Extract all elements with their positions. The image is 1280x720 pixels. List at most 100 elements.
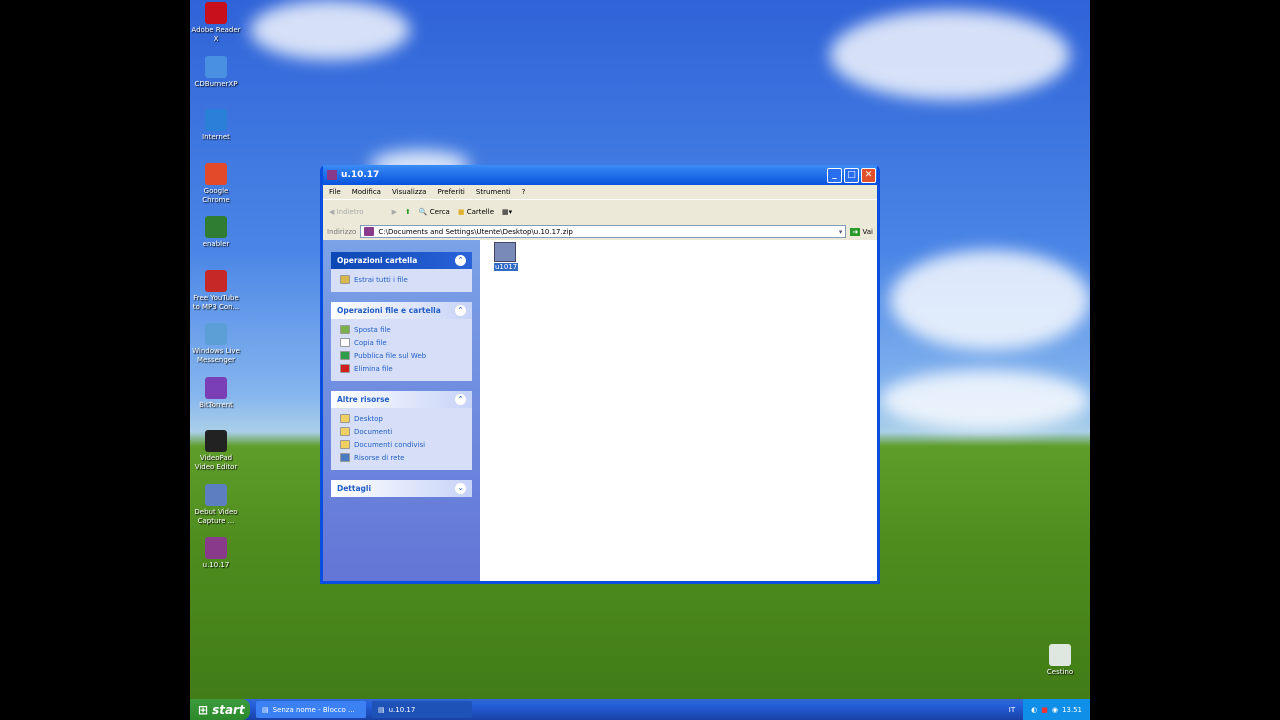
panel-header[interactable]: Operazioni file e cartella ⌃ bbox=[331, 302, 472, 319]
task-panel: Dettagli ⌄ bbox=[331, 480, 472, 497]
taskbar-item-explorer[interactable]: ▤ u.10.17 bbox=[372, 701, 472, 718]
up-folder-button[interactable]: ⬆ bbox=[405, 208, 411, 216]
zip-folder-icon bbox=[327, 170, 337, 180]
zip-icon: ▤ bbox=[378, 705, 385, 714]
address-input[interactable]: C:\Documents and Settings\Utente\Desktop… bbox=[360, 225, 847, 238]
clock[interactable]: 13.51 bbox=[1062, 706, 1082, 714]
start-button[interactable]: ⊞ start bbox=[190, 699, 250, 720]
file-list: u1017 bbox=[480, 240, 877, 581]
task-link[interactable]: Sposta file bbox=[331, 323, 472, 336]
menu-item[interactable]: File bbox=[329, 188, 341, 196]
desktop-icon[interactable]: Free YouTube to MP3 Con... bbox=[190, 269, 242, 312]
task-link[interactable]: Copia file bbox=[331, 336, 472, 349]
menu-item[interactable]: Strumenti bbox=[476, 188, 511, 196]
folder-icon: ■ bbox=[457, 207, 465, 216]
desktop-icon[interactable]: CDBurnerXP bbox=[190, 55, 242, 89]
task-link[interactable]: Pubblica file sul Web bbox=[331, 349, 472, 362]
desktop-icon[interactable]: BitTorrent bbox=[190, 376, 242, 410]
address-dropdown[interactable]: ▾ bbox=[836, 228, 846, 236]
language-indicator[interactable]: IT bbox=[1009, 706, 1015, 714]
desktop: Adobe Reader X CDBurnerXP Internet Google C… bbox=[190, 0, 1090, 720]
menu-item[interactable]: ? bbox=[522, 188, 526, 196]
explorer-window: u.10.17 _ □ ✕ File Modifica Visualizza Pref… bbox=[320, 165, 880, 584]
desktop-icon[interactable]: Internet bbox=[190, 109, 242, 142]
menu-item[interactable]: Visualizza bbox=[392, 188, 426, 196]
task-link[interactable]: Estrai tutti i file bbox=[331, 273, 472, 286]
task-panel: Altre risorse ⌃ Desktop Documenti Documenti … bbox=[331, 391, 472, 470]
zip-icon bbox=[364, 227, 375, 236]
app-icon bbox=[205, 109, 227, 131]
app-icon bbox=[205, 2, 227, 24]
task-icon bbox=[340, 427, 350, 436]
app-icon bbox=[205, 216, 227, 238]
tray-icon[interactable]: ◐ bbox=[1031, 706, 1037, 714]
go-button[interactable]: ➜ Vai bbox=[850, 227, 873, 236]
toolbar: ◀ Indietro ▶ ⬆ 🔍 Cerca ■ Cartelle ▦▾ bbox=[323, 199, 877, 223]
task-icon bbox=[340, 338, 350, 347]
task-icon bbox=[340, 351, 350, 360]
app-icon bbox=[205, 483, 227, 506]
desktop-icon[interactable]: u.10.17 bbox=[190, 537, 242, 570]
task-icon bbox=[340, 364, 350, 373]
close-button[interactable]: ✕ bbox=[861, 167, 876, 183]
expand-icon: ⌄ bbox=[455, 483, 466, 494]
app-icon bbox=[205, 162, 227, 185]
app-icon bbox=[205, 269, 227, 292]
menu-bar: File Modifica Visualizza Preferiti Strumenti… bbox=[323, 185, 877, 199]
task-panel: Operazioni file e cartella ⌃ Sposta file Co… bbox=[331, 302, 472, 381]
maximize-button[interactable]: □ bbox=[844, 167, 859, 183]
desktop-icon[interactable]: Windows Live Messenger bbox=[190, 323, 242, 365]
desktop-icon-recycle-bin[interactable]: Cestino bbox=[1034, 644, 1086, 677]
task-icon bbox=[340, 453, 350, 462]
desktop-icon[interactable]: Debut Video Capture ... bbox=[190, 483, 242, 526]
back-button[interactable]: ◀ Indietro bbox=[329, 208, 364, 216]
task-link[interactable]: Desktop bbox=[331, 412, 472, 425]
tray-icon[interactable]: ■ bbox=[1041, 706, 1048, 714]
recycle-bin-icon bbox=[1049, 644, 1071, 666]
task-pane: Operazioni cartella ⌃ Estrai tutti i file O… bbox=[323, 240, 480, 581]
app-icon bbox=[205, 376, 227, 399]
task-link[interactable]: Documenti condivisi bbox=[331, 438, 472, 451]
address-bar: Indirizzo C:\Documents and Settings\Uten… bbox=[323, 223, 877, 240]
app-icon bbox=[205, 323, 227, 345]
desktop-icon[interactable]: Adobe Reader X bbox=[190, 2, 242, 44]
taskbar: ⊞ start ▤ Senza nome - Blocco ... ▤ u.10.17… bbox=[190, 699, 1090, 720]
windows-logo-icon: ⊞ bbox=[198, 702, 209, 717]
search-button[interactable]: 🔍 Cerca bbox=[419, 208, 450, 216]
address-label: Indirizzo bbox=[327, 227, 357, 236]
app-icon bbox=[205, 55, 227, 78]
task-link[interactable]: Documenti bbox=[331, 425, 472, 438]
file-item[interactable]: u1017 bbox=[494, 242, 519, 271]
tray-icon[interactable]: ◉ bbox=[1052, 706, 1058, 714]
views-button[interactable]: ▦▾ bbox=[502, 208, 512, 216]
panel-header[interactable]: Altre risorse ⌃ bbox=[331, 391, 472, 408]
search-icon: 🔍 bbox=[418, 207, 428, 216]
menu-item[interactable]: Modifica bbox=[352, 188, 381, 196]
notepad-icon: ▤ bbox=[262, 705, 269, 714]
folders-button[interactable]: ■ Cartelle bbox=[458, 208, 494, 216]
desktop-icon[interactable]: enabler bbox=[190, 216, 242, 249]
desktop-icon[interactable]: VideoPad Video Editor bbox=[190, 430, 242, 472]
task-icon bbox=[340, 325, 350, 334]
collapse-icon: ⌃ bbox=[455, 255, 466, 266]
panel-header[interactable]: Operazioni cartella ⌃ bbox=[331, 252, 472, 269]
forward-button[interactable]: ▶ bbox=[392, 208, 397, 216]
system-tray: ◐ ■ ◉ 13.51 bbox=[1023, 699, 1090, 720]
go-arrow-icon: ➜ bbox=[850, 227, 861, 236]
window-title: u.10.17 bbox=[341, 170, 380, 180]
collapse-icon: ⌃ bbox=[455, 305, 466, 316]
task-link[interactable]: Risorse di rete bbox=[331, 451, 472, 464]
task-link[interactable]: Elimina file bbox=[331, 362, 472, 375]
task-icon bbox=[340, 275, 350, 284]
desktop-icon[interactable]: Google Chrome bbox=[190, 162, 242, 205]
task-icon bbox=[340, 414, 350, 423]
file-icon bbox=[494, 242, 516, 262]
menu-item[interactable]: Preferiti bbox=[437, 188, 464, 196]
minimize-button[interactable]: _ bbox=[827, 167, 842, 183]
collapse-icon: ⌃ bbox=[455, 394, 466, 405]
app-icon bbox=[205, 430, 227, 452]
taskbar-item-notepad[interactable]: ▤ Senza nome - Blocco ... bbox=[256, 701, 366, 718]
title-bar[interactable]: u.10.17 _ □ ✕ bbox=[323, 165, 877, 185]
task-panel: Operazioni cartella ⌃ Estrai tutti i file bbox=[331, 252, 472, 292]
panel-header[interactable]: Dettagli ⌄ bbox=[331, 480, 472, 497]
